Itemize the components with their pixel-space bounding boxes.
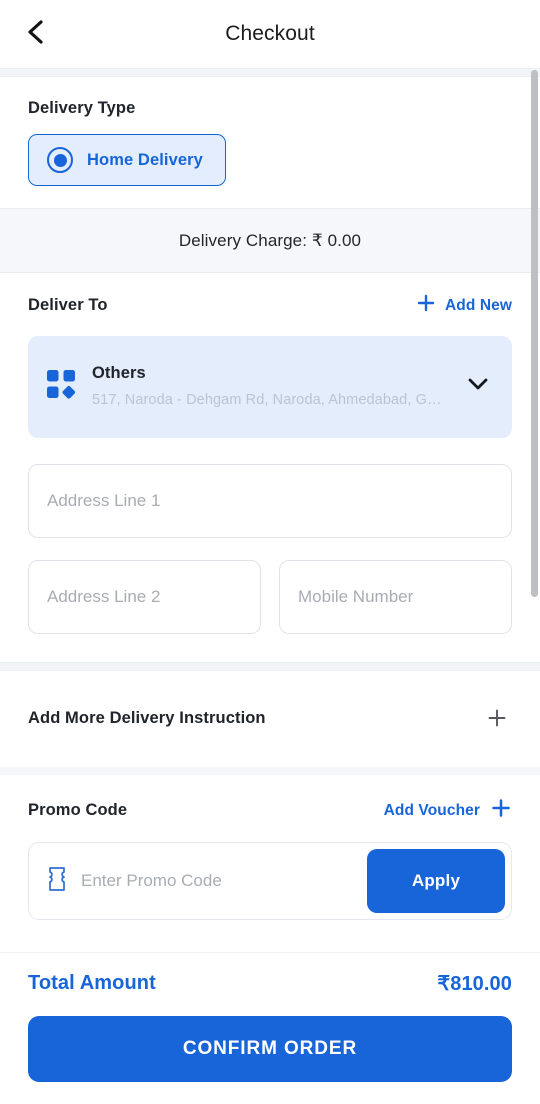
add-voucher-label: Add Voucher: [383, 801, 480, 819]
chevron-left-icon: [24, 18, 48, 51]
checkout-footer: Total Amount ₹810.00 CONFIRM ORDER: [0, 952, 540, 1104]
deliver-to-title: Deliver To: [28, 296, 108, 314]
radio-selected-icon: [47, 147, 73, 173]
promo-code-section: Promo Code Add Voucher Enter Promo Code …: [0, 775, 540, 944]
promo-header: Promo Code Add Voucher: [28, 797, 512, 824]
selected-address-card[interactable]: Others 517, Naroda - Dehgam Rd, Naroda, …: [28, 336, 512, 438]
address-label: Others: [92, 363, 146, 382]
plus-icon: [416, 293, 436, 318]
address-details: Others 517, Naroda - Dehgam Rd, Naroda, …: [92, 364, 446, 408]
chevron-down-icon[interactable]: [462, 372, 494, 401]
apply-promo-button[interactable]: Apply: [367, 849, 505, 913]
section-divider-top: [0, 68, 540, 77]
delivery-option-home-delivery[interactable]: Home Delivery: [28, 134, 226, 186]
delivery-charge-bar: Delivery Charge: ₹ 0.00: [0, 208, 540, 273]
confirm-order-button[interactable]: CONFIRM ORDER: [28, 1016, 512, 1082]
promo-input-box: Apply: [28, 842, 512, 920]
page-title: Checkout: [225, 22, 315, 45]
grid-others-icon: [46, 369, 76, 404]
delivery-instruction-label: Add More Delivery Instruction: [28, 708, 266, 727]
address-form-section: [0, 442, 540, 662]
delivery-instruction-row[interactable]: Add More Delivery Instruction: [28, 703, 512, 733]
deliver-to-header: Deliver To Add New: [28, 293, 512, 318]
promo-code-input[interactable]: [81, 871, 353, 891]
app-header: Checkout: [0, 0, 540, 68]
add-new-label: Add New: [444, 296, 512, 314]
total-amount-label: Total Amount: [28, 972, 156, 994]
delivery-instruction-section: Add More Delivery Instruction: [0, 671, 540, 767]
checkout-screen: Checkout Delivery Type Home Delivery Del…: [0, 0, 540, 1104]
plus-icon: [490, 797, 512, 824]
total-amount-value: ₹810.00: [437, 973, 512, 995]
delivery-charge-text: Delivery Charge: ₹ 0.00: [178, 230, 362, 250]
delivery-option-label: Home Delivery: [87, 150, 203, 169]
promo-code-title: Promo Code: [28, 801, 128, 819]
back-button[interactable]: [14, 12, 58, 56]
section-divider-instruction: [0, 662, 540, 671]
vertical-scrollbar[interactable]: [531, 70, 538, 597]
address-line-2-input[interactable]: [28, 560, 261, 634]
plus-icon[interactable]: [482, 703, 512, 733]
address-line-1-input[interactable]: [28, 464, 512, 538]
section-divider-promo: [0, 767, 540, 775]
add-voucher-button[interactable]: Add Voucher: [384, 797, 512, 824]
mobile-number-input[interactable]: [279, 560, 512, 634]
total-amount-row: Total Amount ₹810.00: [28, 969, 512, 1000]
add-new-address-button[interactable]: Add New: [416, 293, 512, 318]
ticket-icon: [47, 866, 67, 897]
delivery-type-section: Delivery Type Home Delivery: [0, 77, 540, 208]
address-form-row: [28, 560, 512, 634]
scroll-content: Delivery Type Home Delivery Delivery Cha…: [0, 68, 540, 952]
address-line-preview: 517, Naroda - Dehgam Rd, Naroda, Ahmedab…: [92, 392, 446, 409]
deliver-to-section: Deliver To Add New Others 517, Naroda - …: [0, 273, 540, 442]
delivery-type-title: Delivery Type: [28, 99, 136, 117]
